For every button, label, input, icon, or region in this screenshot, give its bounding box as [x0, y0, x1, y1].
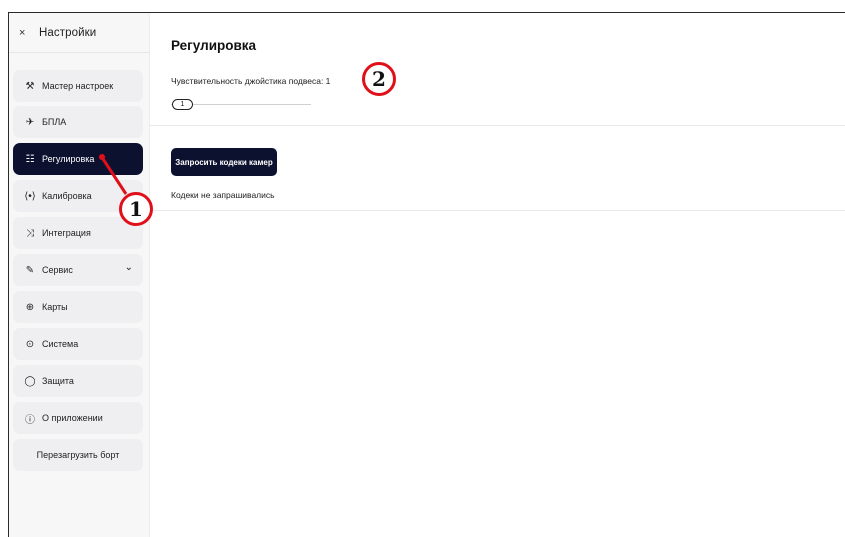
sidebar-item-maps[interactable]: ⊕ Карты — [13, 291, 143, 323]
sidebar-item-label: О приложении — [42, 413, 103, 423]
sidebar-item-label: Калибровка — [42, 191, 92, 201]
reboot-board-label: Перезагрузить борт — [36, 450, 120, 460]
shuffle-icon: ⤨ — [26, 227, 34, 239]
sidebar-item-label: БПЛА — [42, 117, 67, 127]
annotation-marker-1: 1 — [119, 192, 153, 226]
annotation-marker-2: 2 — [362, 62, 396, 96]
sidebar-item-uav[interactable]: ✈ БПЛА — [13, 106, 143, 138]
section-divider — [150, 125, 845, 126]
sidebar-item-label: Интеграция — [42, 228, 91, 238]
sidebar-header: × Настройки — [9, 13, 150, 53]
gimbal-sensitivity-slider[interactable]: 1 — [171, 98, 311, 112]
settings-sidebar: × Настройки ⚒ Мастер настроек ✈ БПЛА ☷ Р… — [9, 13, 150, 537]
request-camera-codecs-button[interactable]: Запросить кодеки камер — [171, 148, 277, 176]
airplane-icon: ✈ — [25, 116, 35, 128]
sidebar-item-label: Система — [42, 339, 79, 349]
sidebar-item-service[interactable]: ✎ Сервис ⌄ — [13, 254, 143, 286]
gimbal-sensitivity-label: Чувствительность джойстика подвеса: 1 — [171, 76, 331, 86]
cpu-icon: ⊙ — [25, 338, 35, 350]
adjustment-panel: Регулировка Чувствительность джойстика п… — [150, 13, 845, 537]
codecs-status-text: Кодеки не запрашивались — [171, 190, 275, 200]
sidebar-item-security[interactable]: ◯ Защита — [13, 365, 143, 397]
sidebar-item-integration[interactable]: ⤨ Интеграция — [13, 217, 143, 249]
sidebar-item-adjustment[interactable]: ☷ Регулировка — [13, 143, 143, 175]
globe-icon: ⊕ — [25, 301, 35, 313]
wrench-icon: ✎ — [25, 264, 35, 276]
sliders-icon: ☷ — [25, 153, 35, 165]
sidebar-item-label: Регулировка — [42, 154, 95, 164]
slider-thumb[interactable]: 1 — [172, 99, 193, 110]
sidebar-item-label: Мастер настроек — [42, 81, 114, 91]
chevron-down-icon[interactable]: ⌄ — [125, 262, 133, 273]
sidebar-item-label: Сервис — [42, 265, 73, 275]
sidebar-item-about[interactable]: ⓘ О приложении — [13, 402, 143, 434]
sidebar-item-label: Защита — [42, 376, 74, 386]
reboot-board-button[interactable]: Перезагрузить борт — [13, 439, 143, 471]
info-icon: ⓘ — [25, 414, 35, 426]
sidebar-item-setup-wizard[interactable]: ⚒ Мастер настроек — [13, 70, 143, 102]
close-icon[interactable]: × — [19, 27, 35, 39]
page-title: Регулировка — [171, 38, 257, 53]
section-divider — [150, 210, 845, 211]
shield-icon: ◯ — [24, 375, 36, 387]
wizard-icon: ⚒ — [25, 80, 35, 92]
sidebar-title: Настройки — [39, 26, 97, 39]
sidebar-item-system[interactable]: ⊙ Система — [13, 328, 143, 360]
signal-icon: ⟨•⟩ — [24, 190, 36, 202]
sidebar-item-label: Карты — [42, 302, 68, 312]
